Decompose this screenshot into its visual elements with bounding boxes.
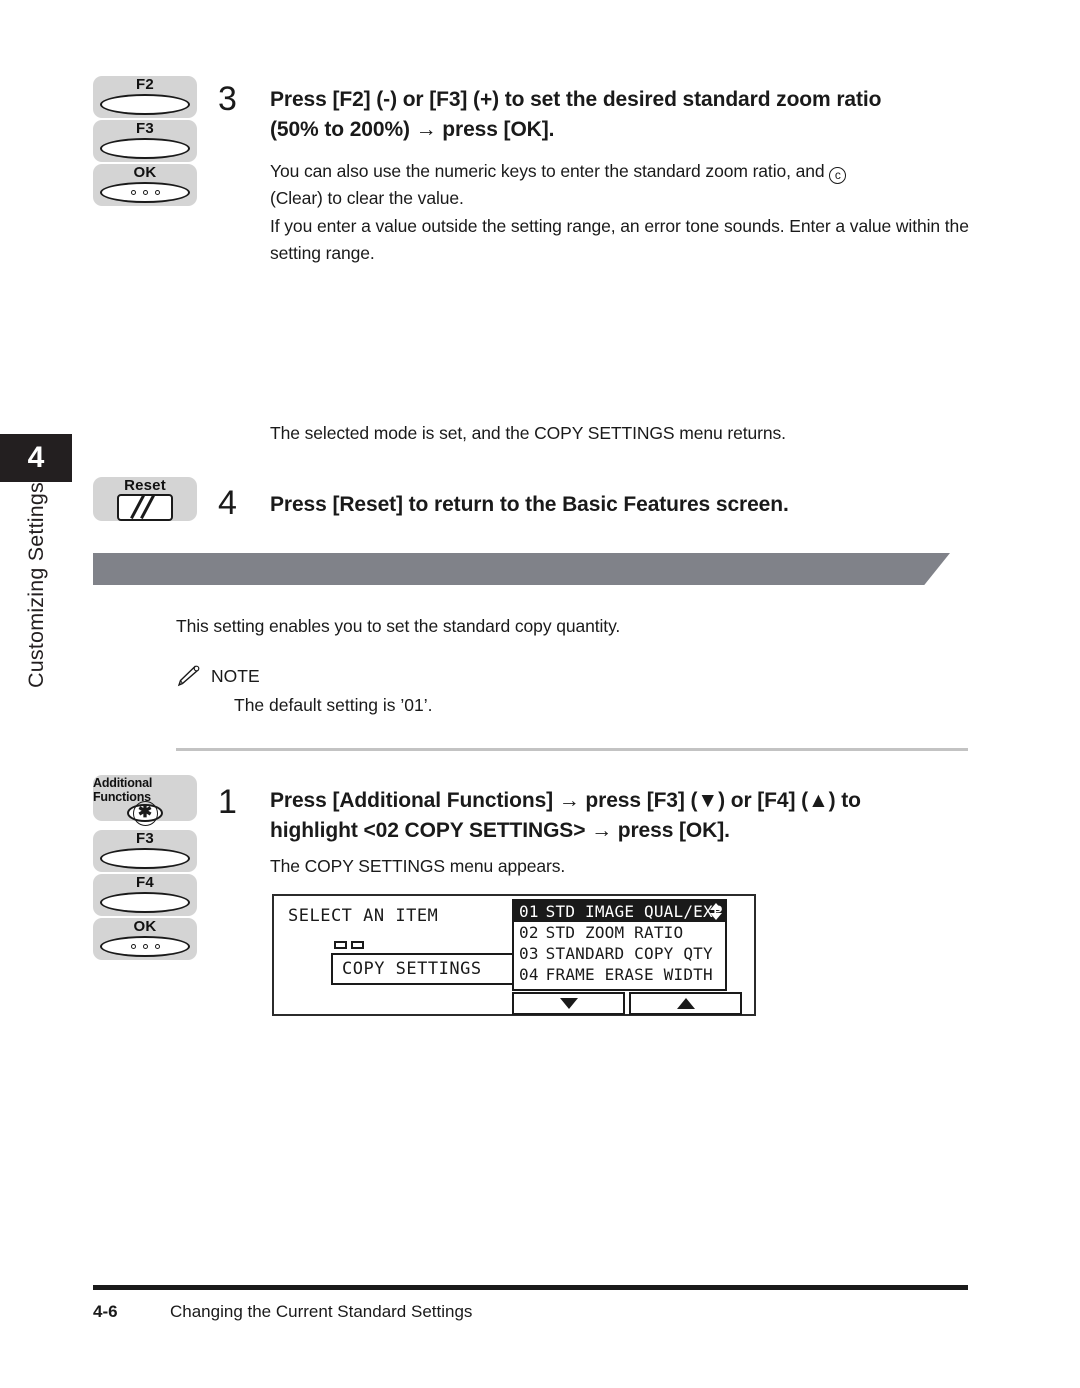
reset-key-icon (117, 494, 173, 521)
lcd-tab-marker (351, 941, 364, 949)
lcd-menu-item-label: STANDARD COPY QTY (545, 944, 713, 963)
lcd-scroll-up-button[interactable] (629, 992, 742, 1015)
lcd-menu-item-index: 02 (519, 923, 539, 942)
step-3-heading-line1: Press [F2] (-) or [F3] (+) to set the de… (270, 88, 882, 111)
key-f3-label: F3 (136, 120, 154, 137)
step-3-heading-line2: (50% to 200%) → press [OK]. (270, 118, 555, 141)
key-reset-label: Reset (124, 477, 166, 494)
key-f2[interactable]: F2 (93, 76, 197, 118)
footer-running-title: Changing the Current Standard Settings (170, 1302, 473, 1321)
pencil-icon (177, 665, 200, 687)
procedure-step-1-heading-line1: Press [Additional Functions] → press [F3… (270, 789, 861, 812)
section-divider (176, 748, 968, 751)
key-dot-icon (130, 944, 136, 949)
key-additional-functions-label: Additional Functions (93, 776, 153, 804)
procedure-step-1-number: 1 (218, 783, 237, 821)
lcd-menu-item[interactable]: 03 STANDARD COPY QTY (514, 943, 725, 964)
key-additional-functions[interactable]: Additional Functions ✱ (93, 775, 197, 826)
key-ok[interactable]: OK (93, 164, 197, 206)
lcd-menu-item-label: FRAME ERASE WIDTH (545, 965, 713, 984)
key-ok-second-label: OK (133, 918, 157, 935)
key-dot-icon (154, 190, 160, 195)
chevron-down-icon (559, 998, 578, 1009)
oval-key-icon (100, 892, 190, 913)
key-f2-label: F2 (136, 76, 154, 93)
oval-key-icon (100, 848, 190, 869)
step-4-number: 4 (218, 484, 237, 522)
note-body-text: The default setting is ’01’. (234, 695, 433, 715)
key-dot-icon (142, 190, 148, 195)
procedure-step-1-heading-line2: highlight <02 COPY SETTINGS> → press [OK… (270, 819, 730, 842)
oval-key-icon (100, 138, 190, 159)
key-ok-second[interactable]: OK (93, 918, 197, 960)
chevron-up-icon (676, 998, 695, 1009)
key-f4[interactable]: F4 (93, 874, 197, 916)
key-f3-second[interactable]: F3 (93, 830, 197, 872)
lcd-screen: SELECT AN ITEM COPY SETTINGS 01 STD IMAG… (272, 894, 756, 1016)
step-3-number: 3 (218, 80, 237, 118)
key-dot-icon (130, 190, 136, 195)
lcd-menu-item[interactable]: 02 STD ZOOM RATIO (514, 922, 725, 943)
step-3-paragraph-1: You can also use the numeric keys to ent… (270, 158, 970, 212)
lcd-scroll-down-button[interactable] (512, 992, 625, 1015)
clear-key-icon: c (829, 167, 847, 184)
procedure-step-1-heading: Press [Additional Functions] → press [F3… (270, 786, 990, 846)
lcd-menu-item-label: STD IMAGE QUAL/EXP (545, 902, 723, 921)
additional-functions-icon: ✱ (127, 800, 163, 826)
procedure-step-1-result-text: The COPY SETTINGS menu appears. (270, 856, 566, 876)
lcd-menu-list[interactable]: 01 STD IMAGE QUAL/EXP 02 STD ZOOM RATIO … (512, 899, 727, 991)
oval-key-dots-icon (100, 182, 190, 203)
step-3-result-text: The selected mode is set, and the COPY S… (270, 423, 786, 443)
note-label: NOTE (211, 665, 260, 686)
lcd-tab-marker (334, 941, 347, 949)
chapter-tab-number: 4 (0, 434, 72, 482)
step-3-paragraph-1-before: You can also use the numeric keys to ent… (270, 161, 825, 181)
lcd-scroll-indicator-icon (710, 903, 722, 920)
oval-key-icon (100, 94, 190, 115)
lcd-subbox-label: COPY SETTINGS (342, 959, 482, 979)
section-banner (93, 553, 950, 585)
step-3-paragraph-1-after: (Clear) to clear the value. (270, 188, 464, 208)
key-f3-second-label: F3 (136, 830, 154, 847)
lcd-title: SELECT AN ITEM (288, 906, 439, 926)
step-4-heading: Press [Reset] to return to the Basic Fea… (270, 493, 789, 516)
step-3-heading: Press [F2] (-) or [F3] (+) to set the de… (270, 85, 970, 145)
oval-key-dots-icon (100, 936, 190, 957)
lcd-menu-item-index: 03 (519, 944, 539, 963)
lcd-menu-item-label: STD ZOOM RATIO (545, 923, 684, 942)
key-reset[interactable]: Reset (93, 477, 197, 521)
lcd-menu-item-index: 01 (519, 902, 539, 921)
section-intro-text: This setting enables you to set the stan… (176, 616, 621, 636)
key-ok-label: OK (133, 164, 157, 181)
footer-page-number: 4-6 (93, 1302, 118, 1321)
chapter-tab-title: Customizing Settings (0, 482, 72, 702)
note-block: NOTE (176, 664, 260, 688)
step-3-paragraph-2: If you enter a value outside the setting… (270, 216, 969, 263)
key-dot-icon (154, 944, 160, 949)
lcd-menu-item-index: 04 (519, 965, 539, 984)
key-dot-icon (142, 944, 148, 949)
lcd-menu-item[interactable]: 04 FRAME ERASE WIDTH (514, 964, 725, 985)
lcd-tab-markers (334, 941, 364, 949)
footer-divider (93, 1285, 968, 1290)
key-f3[interactable]: F3 (93, 120, 197, 162)
key-f4-label: F4 (136, 874, 154, 891)
lcd-menu-item[interactable]: 01 STD IMAGE QUAL/EXP (514, 901, 725, 922)
chapter-title-text: Customizing Settings (23, 482, 48, 688)
